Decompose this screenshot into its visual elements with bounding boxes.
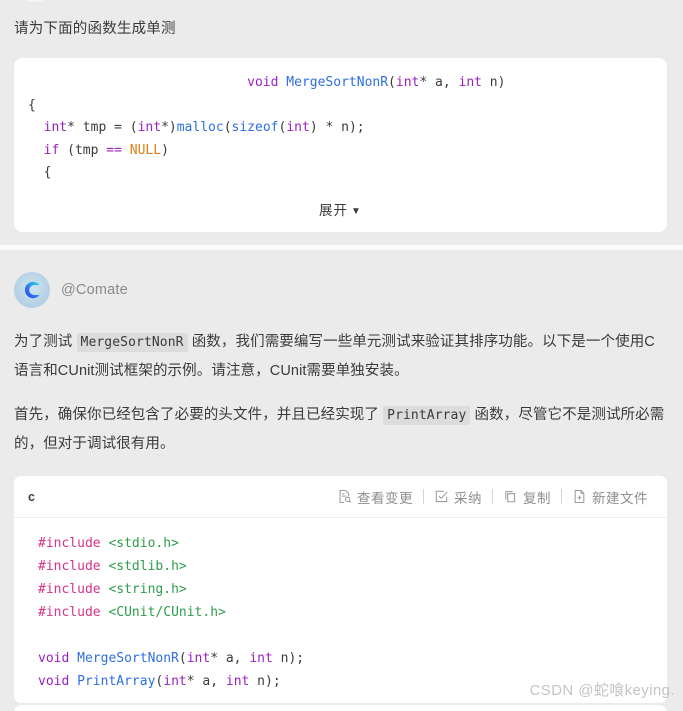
- code-toolbar-actions: 查看变更 采纳 复制 新建文件: [330, 487, 655, 507]
- file-search-icon: [337, 489, 352, 504]
- user-code-preview: void MergeSortNonR(int* a, int n) { int*…: [14, 58, 667, 193]
- code-token: sizeof: [231, 120, 279, 135]
- code-token: * tmp = (: [67, 120, 138, 135]
- code-token: int: [225, 674, 250, 689]
- code-token: int: [395, 75, 420, 90]
- code-token: #include: [38, 559, 101, 574]
- code-token: #include: [38, 605, 101, 620]
- code-token: MergeSortNonR: [77, 651, 179, 666]
- code-token: MergeSortNonR: [286, 75, 389, 90]
- code-token: NULL: [129, 142, 162, 158]
- check-square-icon: [434, 489, 449, 504]
- code-token: * a,: [210, 651, 250, 666]
- code-token: n);: [249, 674, 281, 689]
- user-message-block: 请为下面的函数生成单测 void MergeSortNonR(int* a, i…: [0, 4, 683, 232]
- code-toolbar: c 查看变更 采纳 复制 新建文件: [14, 476, 667, 518]
- code-language-label: c: [28, 489, 35, 504]
- code-token: int: [186, 651, 211, 666]
- code-token: int: [286, 120, 310, 135]
- toolbar-separator: [561, 489, 562, 504]
- code-token: PrintArray: [77, 674, 156, 689]
- code-token: (: [223, 120, 232, 135]
- code-token: void: [247, 75, 279, 90]
- code-token: if: [43, 142, 60, 158]
- assistant-handle: @Comate: [61, 282, 128, 298]
- copy-icon: [503, 489, 518, 504]
- expand-code-button[interactable]: 展开 ▼: [319, 199, 362, 219]
- code-token: int: [458, 75, 482, 90]
- user-code-card: void MergeSortNonR(int* a, int n) { int*…: [14, 58, 667, 232]
- toolbar-separator: [423, 489, 424, 504]
- code-token: malloc: [176, 120, 224, 135]
- new-file-button[interactable]: 新建文件: [565, 487, 655, 507]
- copy-label: 复制: [523, 490, 551, 506]
- user-prompt-text: 请为下面的函数生成单测: [14, 21, 176, 37]
- code-token: {: [28, 165, 52, 180]
- code-token: #include: [38, 582, 101, 597]
- assistant-message-block: @Comate 为了测试 MergeSortNonR 函数，我们需要编写一些单元…: [0, 250, 683, 703]
- code-token: (tmp: [59, 142, 107, 158]
- code-token: ) * n);: [309, 120, 365, 135]
- code-token: (: [178, 651, 187, 666]
- assistant-code-body: #include <stdio.h> #include <stdlib.h> #…: [14, 518, 667, 703]
- view-changes-label: 查看变更: [357, 490, 413, 506]
- code-token: ==: [106, 142, 122, 158]
- view-changes-button[interactable]: 查看变更: [330, 487, 420, 507]
- copy-button[interactable]: 复制: [496, 487, 558, 507]
- assistant-code-block: #include <stdio.h> #include <stdlib.h> #…: [14, 532, 667, 693]
- chat-page: 请为下面的函数生成单测 void MergeSortNonR(int* a, i…: [0, 0, 683, 711]
- inline-code: MergeSortNonR: [76, 333, 188, 352]
- assistant-code-card: c 查看变更 采纳 复制 新建文件 #include <stdio.h> #in…: [14, 476, 667, 703]
- code-token: void: [38, 651, 70, 666]
- code-token: int: [163, 674, 187, 689]
- code-token: <stdlib.h>: [108, 559, 187, 574]
- code-token: * a,: [419, 75, 459, 90]
- code-token: n): [481, 75, 506, 90]
- code-token: (: [388, 75, 396, 90]
- code-token: int: [137, 120, 162, 135]
- code-token: void: [38, 674, 70, 689]
- code-token: int: [249, 651, 273, 666]
- user-code-block: void MergeSortNonR(int* a, int n) { int*…: [14, 72, 667, 185]
- inline-code: PrintArray: [383, 406, 471, 425]
- code-token: n);: [272, 651, 305, 666]
- accept-label: 采纳: [454, 490, 482, 506]
- assistant-paragraph-2: 首先，确保你已经包含了必要的头文件，并且已经实现了 PrintArray 函数，…: [14, 406, 665, 452]
- file-plus-icon: [572, 489, 587, 504]
- accept-button[interactable]: 采纳: [427, 487, 489, 507]
- code-token: <string.h>: [108, 582, 187, 597]
- next-message-card: [14, 705, 667, 711]
- code-token: {: [28, 97, 36, 113]
- expand-label: 展开: [319, 202, 349, 218]
- code-token: #include: [38, 536, 101, 551]
- csdn-watermark: CSDN @蛇喰keying.: [529, 682, 675, 699]
- expand-row: 展开 ▼: [14, 193, 667, 232]
- code-token: <stdio.h>: [108, 536, 179, 551]
- code-token: ): [161, 142, 169, 158]
- assistant-paragraph-1: 为了测试 MergeSortNonR 函数，我们需要编写一些单元测试来验证其排序…: [14, 333, 655, 379]
- code-token: *): [161, 120, 177, 135]
- chevron-down-icon: ▼: [351, 205, 362, 217]
- new-file-label: 新建文件: [592, 490, 648, 506]
- toolbar-separator: [492, 489, 493, 504]
- code-token: <CUnit/CUnit.h>: [108, 605, 226, 620]
- assistant-header: @Comate: [0, 250, 683, 308]
- code-token: * a,: [186, 674, 226, 689]
- comate-logo-icon: [14, 272, 50, 308]
- previous-message-pill: [26, 0, 44, 2]
- code-token: int: [43, 120, 68, 135]
